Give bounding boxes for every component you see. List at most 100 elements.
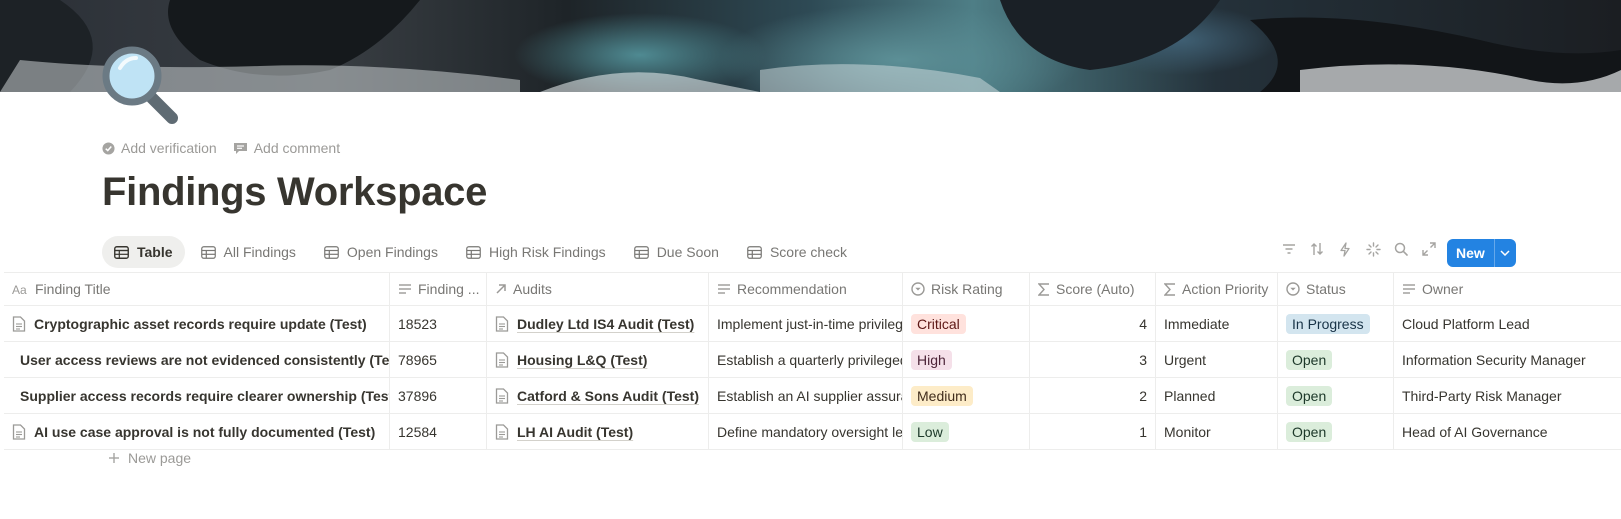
owner-cell[interactable]: Information Security Manager — [1394, 342, 1621, 377]
finding-title-cell[interactable]: Cryptographic asset records require upda… — [4, 306, 390, 341]
chevron-down-icon[interactable] — [1493, 239, 1516, 267]
owner-cell[interactable]: Third-Party Risk Manager — [1394, 378, 1621, 413]
magnifying-glass-icon[interactable] — [100, 46, 186, 132]
status-badge: Open — [1286, 349, 1333, 370]
column-header-label: Finding Title — [35, 281, 111, 297]
sort-icon[interactable] — [1309, 241, 1325, 257]
column-header-label: Status — [1306, 281, 1346, 297]
filter-icon[interactable] — [1281, 241, 1297, 257]
search-icon[interactable] — [1393, 241, 1409, 257]
score-cell[interactable]: 2 — [1030, 378, 1156, 413]
finding-title-cell[interactable]: User access reviews are not evidenced co… — [4, 342, 390, 377]
add-verification-button[interactable]: Add verification — [102, 140, 217, 156]
cover-image[interactable] — [0, 0, 1621, 92]
add-comment-button[interactable]: Add comment — [233, 140, 340, 156]
title-icon: Aa — [12, 283, 27, 295]
risk-rating-cell[interactable]: Critical — [903, 306, 1030, 341]
owner-cell[interactable]: Head of AI Governance — [1394, 414, 1621, 449]
tab-all-findings[interactable]: All Findings — [189, 236, 308, 268]
table-header-row: Aa Finding Title Finding ... Audits Reco… — [4, 272, 1621, 306]
status-cell[interactable]: Open — [1278, 414, 1394, 449]
column-header-score[interactable]: Score (Auto) — [1030, 273, 1156, 305]
finding-title: Supplier access records require clearer … — [20, 387, 390, 404]
status-cell[interactable]: Open — [1278, 378, 1394, 413]
finding-id-cell[interactable]: 37896 — [390, 378, 487, 413]
owner: Information Security Manager — [1402, 351, 1586, 368]
risk-rating-tag: Medium — [911, 385, 973, 406]
score-cell[interactable]: 4 — [1030, 306, 1156, 341]
tab-table[interactable]: Table — [102, 236, 185, 268]
finding-id: 12584 — [398, 423, 437, 440]
column-header-recommendation[interactable]: Recommendation — [709, 273, 903, 305]
audit-link[interactable]: Catford & Sons Audit (Test) — [517, 388, 699, 404]
status-badge: Open — [1286, 421, 1333, 442]
table-icon — [466, 245, 481, 259]
recommendation-cell[interactable]: Implement just-in-time privileged access — [709, 306, 903, 341]
table-row[interactable]: Supplier access records require clearer … — [4, 378, 1621, 414]
risk-rating-cell[interactable]: Low — [903, 414, 1030, 449]
column-header-finding-id[interactable]: Finding ... — [390, 273, 487, 305]
audit-link[interactable]: Dudley Ltd IS4 Audit (Test) — [517, 316, 694, 332]
column-header-label: Audits — [513, 281, 552, 297]
audit-link[interactable]: LH AI Audit (Test) — [517, 424, 633, 440]
automation-icon[interactable] — [1337, 241, 1353, 257]
page-icon — [12, 423, 26, 440]
owner-cell[interactable]: Cloud Platform Lead — [1394, 306, 1621, 341]
risk-rating-tag: Low — [911, 421, 949, 442]
recommendation-cell[interactable]: Define mandatory oversight levels — [709, 414, 903, 449]
score-cell[interactable]: 1 — [1030, 414, 1156, 449]
finding-id-cell[interactable]: 18523 — [390, 306, 487, 341]
column-header-audits[interactable]: Audits — [487, 273, 709, 305]
finding-title-cell[interactable]: AI use case approval is not fully docume… — [4, 414, 390, 449]
column-header-action-priority[interactable]: Action Priority — [1156, 273, 1278, 305]
page-icon — [495, 315, 509, 332]
action-priority-cell[interactable]: Monitor — [1156, 414, 1278, 449]
column-header-status[interactable]: Status — [1278, 273, 1394, 305]
new-button[interactable]: New — [1447, 239, 1516, 267]
table-row[interactable]: User access reviews are not evidenced co… — [4, 342, 1621, 378]
audit-cell[interactable]: Catford & Sons Audit (Test) — [487, 378, 709, 413]
status-cell[interactable]: In Progress — [1278, 306, 1394, 341]
formula-icon — [1038, 282, 1049, 296]
finding-id: 78965 — [398, 351, 437, 368]
tab-due-soon[interactable]: Due Soon — [622, 236, 731, 268]
finding-id: 37896 — [398, 387, 437, 404]
table-row[interactable]: AI use case approval is not fully docume… — [4, 414, 1621, 450]
recommendation-cell[interactable]: Establish a quarterly privileged access … — [709, 342, 903, 377]
page-icon — [12, 315, 26, 332]
table-row[interactable]: Cryptographic asset records require upda… — [4, 306, 1621, 342]
new-page-button[interactable]: New page — [108, 450, 191, 466]
score-cell[interactable]: 3 — [1030, 342, 1156, 377]
sparkle-icon[interactable] — [1365, 241, 1381, 257]
action-priority: Monitor — [1164, 423, 1211, 440]
score: 1 — [1139, 423, 1147, 440]
action-priority-cell[interactable]: Immediate — [1156, 306, 1278, 341]
tab-score-check[interactable]: Score check — [735, 236, 859, 268]
tab-high-risk-findings[interactable]: High Risk Findings — [454, 236, 618, 268]
audit-cell[interactable]: Dudley Ltd IS4 Audit (Test) — [487, 306, 709, 341]
tab-open-findings[interactable]: Open Findings — [312, 236, 450, 268]
expand-icon[interactable] — [1421, 241, 1437, 257]
table-icon — [324, 245, 339, 259]
column-header-risk-rating[interactable]: Risk Rating — [903, 273, 1030, 305]
finding-title-cell[interactable]: Supplier access records require clearer … — [4, 378, 390, 413]
finding-id-cell[interactable]: 78965 — [390, 342, 487, 377]
action-priority-cell[interactable]: Planned — [1156, 378, 1278, 413]
risk-rating-cell[interactable]: Medium — [903, 378, 1030, 413]
text-icon — [1403, 284, 1415, 294]
new-button-label[interactable]: New — [1447, 239, 1494, 267]
audit-cell[interactable]: LH AI Audit (Test) — [487, 414, 709, 449]
risk-rating-cell[interactable]: High — [903, 342, 1030, 377]
status-cell[interactable]: Open — [1278, 342, 1394, 377]
recommendation-cell[interactable]: Establish an AI supplier assurance proce… — [709, 378, 903, 413]
database-toolbar — [1281, 241, 1465, 257]
column-header-label: Risk Rating — [931, 281, 1003, 297]
column-header-owner[interactable]: Owner — [1394, 273, 1621, 305]
audit-cell[interactable]: Housing L&Q (Test) — [487, 342, 709, 377]
action-priority-cell[interactable]: Urgent — [1156, 342, 1278, 377]
finding-id-cell[interactable]: 12584 — [390, 414, 487, 449]
audit-link[interactable]: Housing L&Q (Test) — [517, 352, 647, 368]
tab-label: Score check — [769, 244, 848, 260]
column-header-finding-title[interactable]: Aa Finding Title — [4, 273, 390, 305]
page-title[interactable]: Findings Workspace — [102, 170, 487, 215]
